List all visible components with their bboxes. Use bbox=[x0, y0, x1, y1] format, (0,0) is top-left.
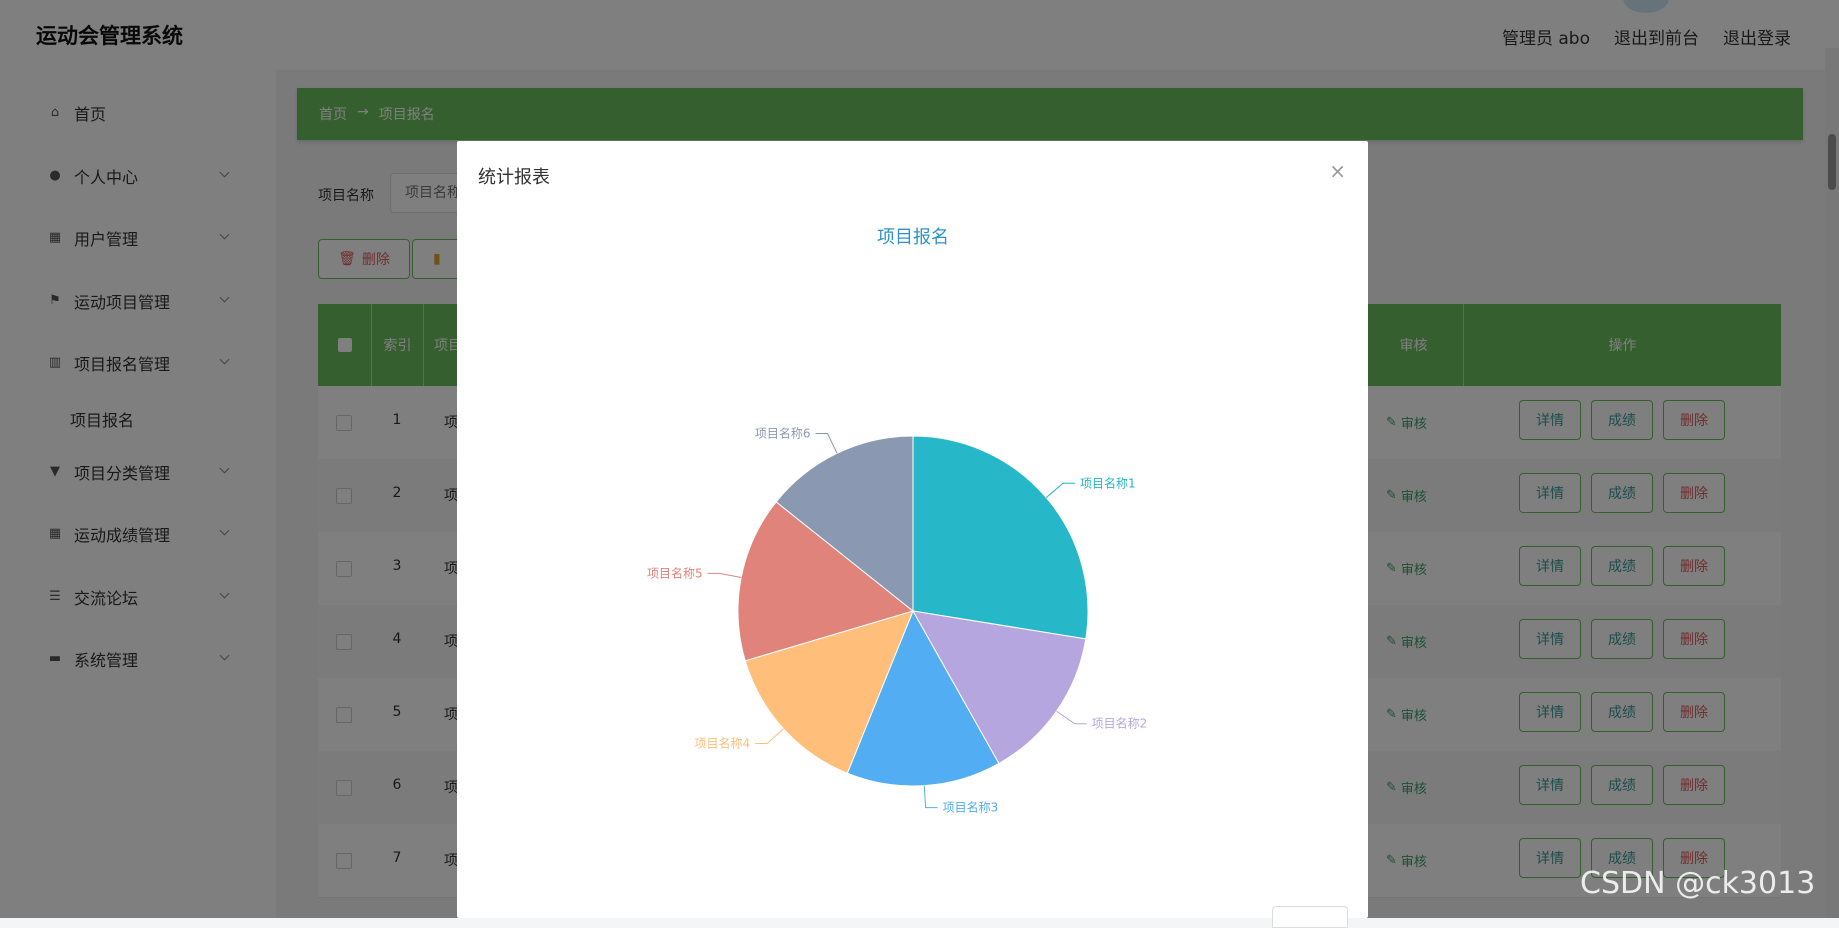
pie-slice-label: 项目名称3 bbox=[943, 800, 999, 815]
pie-slice[interactable] bbox=[912, 435, 1089, 640]
pie-label-line bbox=[1045, 482, 1076, 498]
pie-label-line bbox=[707, 572, 742, 579]
pie-slice-label: 项目名称5 bbox=[647, 565, 703, 580]
pie-label-line bbox=[755, 728, 784, 744]
pie-chart: 项目报名项目名称1 项目名称2 项目名称3 项目名称4 项目名称5 项目名称6 bbox=[647, 227, 1148, 815]
pie-label-line bbox=[815, 433, 838, 454]
modal-footer-button[interactable] bbox=[1272, 906, 1348, 928]
pie-slice-label: 项目名称2 bbox=[1092, 716, 1148, 731]
watermark: CSDN @ck3013 bbox=[1580, 866, 1816, 901]
pie-slice-label: 项目名称6 bbox=[755, 426, 811, 441]
pie-label-line bbox=[923, 785, 938, 809]
pie-slice-label: 项目名称1 bbox=[1080, 475, 1136, 490]
pie-label-line bbox=[1056, 710, 1087, 725]
pie-slice-label: 项目名称4 bbox=[695, 735, 751, 750]
statistics-modal: 统计报表 × 项目报名 项目名称1 项目名称2 项目名称3 项目名称4 项目名称5 项目名称… bbox=[457, 141, 1368, 928]
chart-title: 项目报名 bbox=[877, 227, 949, 248]
